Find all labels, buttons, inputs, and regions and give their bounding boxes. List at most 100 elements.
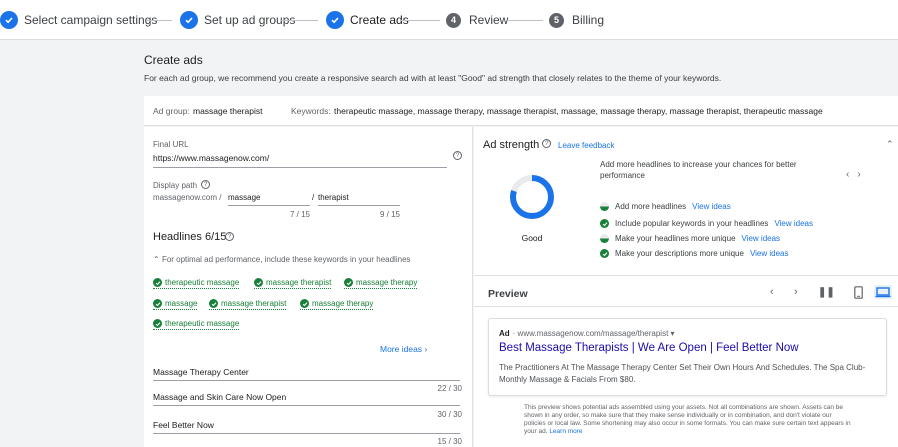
path2-counter: 9 / 15 <box>379 210 400 219</box>
help-circle-icon[interactable]: ? <box>201 180 210 189</box>
step-billing[interactable]: 5 Billing <box>549 11 604 29</box>
path2-underline <box>318 205 400 206</box>
view-ideas-link[interactable]: View ideas <box>750 249 789 258</box>
leave-feedback-link[interactable]: Leave feedback <box>558 141 615 150</box>
ad-description: The Practitioners At The Massage Therapy… <box>499 363 866 384</box>
tip-navigation: ‹› <box>846 169 869 180</box>
step-set-up-ad-groups[interactable]: Set up ad groups <box>180 11 295 29</box>
help-circle-icon[interactable]: ? <box>542 139 552 148</box>
ad-group-label: Ad group: <box>153 106 190 116</box>
check-icon <box>600 219 609 228</box>
headline-underline <box>153 433 460 434</box>
keyword-chip[interactable]: therapeutic massage <box>153 278 240 289</box>
keyword-chip[interactable]: therapeutic massage <box>153 319 240 330</box>
headline-counter: 30 / 30 <box>437 410 462 419</box>
headline-input[interactable]: Feel Better Now <box>153 420 214 430</box>
path-separator: / <box>312 193 315 202</box>
display-path-domain: massagenow.com / <box>153 193 222 202</box>
ad-strength-rating: Good <box>521 233 543 243</box>
check-icon <box>180 11 198 29</box>
help-circle-icon[interactable]: ? <box>225 232 234 241</box>
step-review[interactable]: 4 Review <box>446 11 508 29</box>
keywords-value: therapeutic massage, massage therapy, ma… <box>334 106 823 116</box>
ad-preview-panel: Preview ‹ › ❚❚ Ad · www.massagenow.com/ma… <box>474 276 898 447</box>
view-ideas-link[interactable]: View ideas <box>742 234 781 243</box>
page-description: For each ad group, we recommend you crea… <box>144 73 722 83</box>
step-select-campaign-settings[interactable]: Select campaign settings <box>0 11 157 29</box>
headline-input[interactable]: Massage and Skin Care Now Open <box>153 392 286 402</box>
chevron-left-icon[interactable]: ‹ <box>846 169 857 180</box>
ad-headline: Best Massage Therapists | We Are Open | … <box>499 342 799 354</box>
view-ideas-link[interactable]: View ideas <box>774 219 813 228</box>
check-icon <box>344 278 353 287</box>
step-connector <box>505 20 543 21</box>
check-icon <box>300 299 309 308</box>
check-icon <box>600 249 609 258</box>
pause-icon[interactable]: ❚❚ <box>818 287 835 298</box>
check-icon <box>209 299 218 308</box>
desktop-icon[interactable] <box>874 285 892 302</box>
check-icon <box>254 278 263 287</box>
step-connector <box>280 20 318 21</box>
campaign-stepper: Select campaign settings Set up ad group… <box>0 0 898 40</box>
final-url-input[interactable]: https://www.massagenow.com/ <box>153 153 269 163</box>
keyword-chip[interactable]: massage therapy <box>344 278 418 289</box>
display-path-label: Display path <box>153 181 198 190</box>
view-ideas-link[interactable]: View ideas <box>692 202 731 211</box>
keyword-chip[interactable]: massage <box>153 299 198 310</box>
final-url-label: Final URL <box>153 140 189 149</box>
suggestion-item: Include popular keywords in your headlin… <box>600 219 813 228</box>
ad-group-value: massage therapist <box>193 106 263 116</box>
keyword-chip[interactable]: massage therapist <box>209 299 287 310</box>
check-icon <box>153 299 162 308</box>
preview-disclaimer: This preview shows potential ads assembl… <box>524 404 851 435</box>
path2-input[interactable]: therapist <box>318 193 349 202</box>
mobile-icon[interactable] <box>854 286 863 302</box>
suggestion-item: Add more headlines View ideas <box>600 202 731 211</box>
headline-input[interactable]: Massage Therapy Center <box>153 367 249 377</box>
learn-more-link[interactable]: Learn more <box>549 428 582 435</box>
ad-strength-title: Ad strength ? <box>483 139 552 151</box>
keyword-chip[interactable]: massage therapy <box>300 299 374 310</box>
preview-title: Preview <box>488 288 528 300</box>
headline-counter: 15 / 30 <box>437 437 462 446</box>
chevron-up-icon: ⌃ <box>153 255 162 264</box>
chevron-right-icon[interactable]: › <box>794 286 798 298</box>
chevron-up-icon[interactable]: ⌃ <box>886 139 894 150</box>
path1-counter: 7 / 15 <box>289 210 310 219</box>
ad-preview-card: Ad · www.massagenow.com/massage/therapist… <box>488 318 887 396</box>
keywords-label: Keywords: <box>291 106 331 116</box>
help-circle-icon[interactable]: ? <box>453 151 462 160</box>
ad-display-url: · www.massagenow.com/massage/therapist ▾ <box>512 329 675 338</box>
ad-editor-panel: Final URL https://www.massagenow.com/ ? … <box>144 127 473 447</box>
step-create-ads[interactable]: Create ads <box>326 11 409 29</box>
ad-url-line: Ad · www.massagenow.com/massage/therapist… <box>499 329 675 338</box>
headline-counter: 22 / 30 <box>437 384 462 393</box>
more-ideas-link[interactable]: More ideas › <box>380 344 427 354</box>
check-icon <box>0 11 18 29</box>
check-icon <box>153 319 162 328</box>
page-title: Create ads <box>144 53 203 67</box>
check-icon <box>153 278 162 287</box>
step-connector <box>400 20 440 21</box>
keyword-chip[interactable]: massage therapist <box>254 278 332 289</box>
headline-underline <box>153 380 460 381</box>
keywords-tip[interactable]: ⌃ For optimal ad performance, include th… <box>153 255 411 264</box>
headline-underline <box>153 405 460 406</box>
chevron-left-icon[interactable]: ‹ <box>770 286 774 298</box>
suggestion-item: Make your descriptions more unique View i… <box>600 249 789 258</box>
check-icon <box>326 11 344 29</box>
chevron-right-icon: › <box>424 344 428 354</box>
half-circle-icon <box>600 202 609 211</box>
ad-strength-panel: Ad strength ? Leave feedback ⌃ Good Add … <box>474 127 898 276</box>
path1-underline <box>228 205 310 206</box>
half-circle-icon <box>600 234 609 243</box>
final-url-underline <box>153 167 447 168</box>
path1-input[interactable]: massage <box>228 193 260 202</box>
chevron-right-icon[interactable]: › <box>857 169 868 180</box>
headlines-title: Headlines 6/15 <box>153 231 227 243</box>
divider <box>474 306 898 307</box>
ad-strength-tip: Add more headlines to increase your chan… <box>600 160 797 180</box>
suggestion-item: Make your headlines more unique View idea… <box>600 234 780 243</box>
ad-group-bar: Ad group: massage therapist Keywords: th… <box>144 96 898 126</box>
